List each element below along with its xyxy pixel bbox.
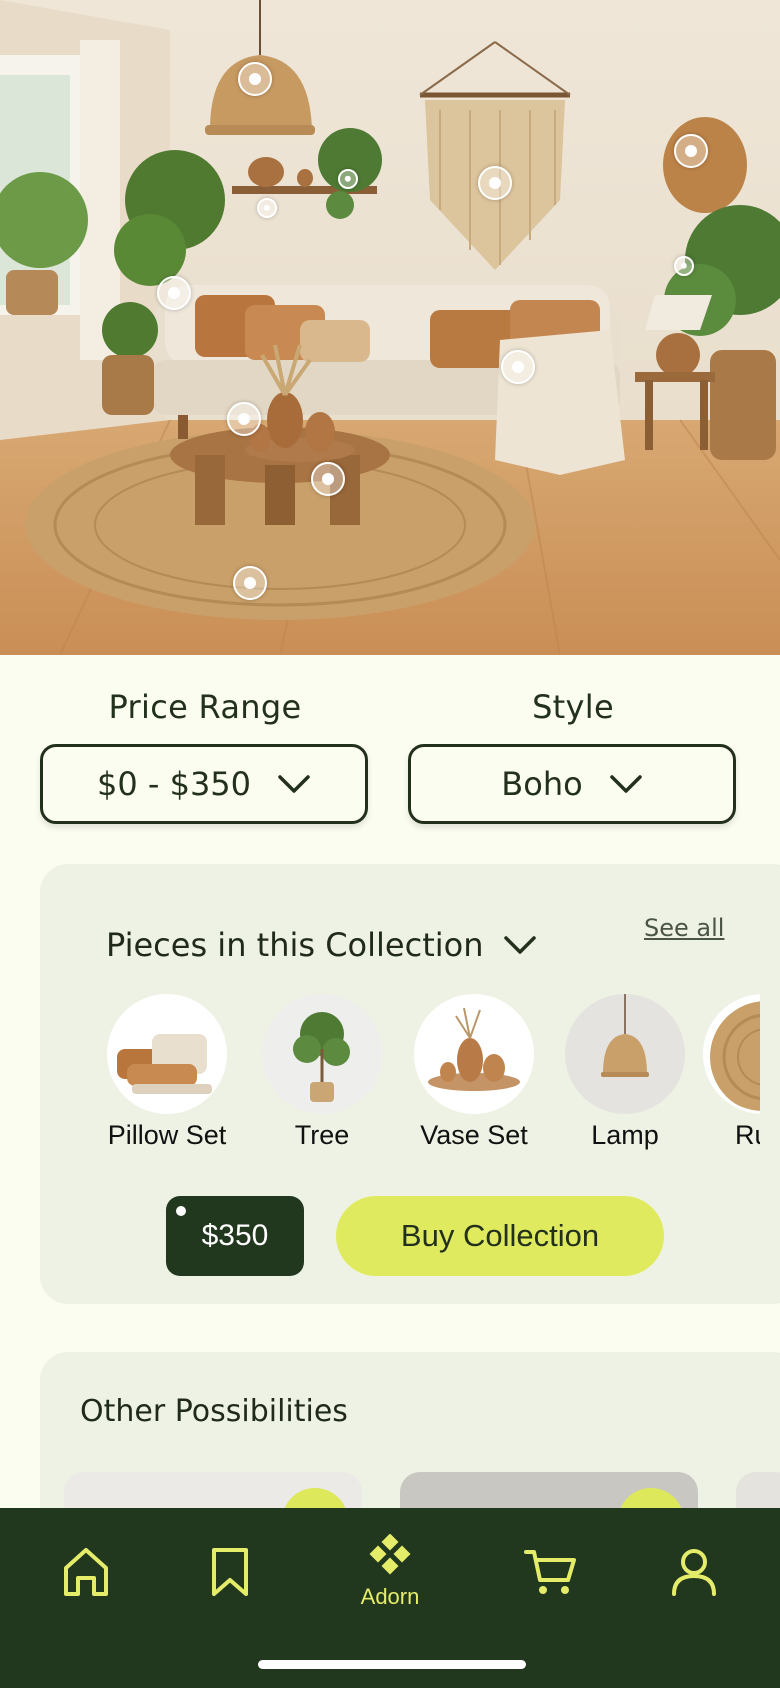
collection-price: $350: [201, 1219, 269, 1252]
living-room-illustration: [0, 0, 780, 655]
style-value: Boho: [501, 765, 583, 803]
collection-card: Pieces in this Collection See all Pillow…: [40, 864, 780, 1304]
home-icon: [64, 1548, 108, 1596]
hotspot-table-lamp[interactable]: [674, 256, 694, 276]
tab-cart[interactable]: [505, 1544, 595, 1624]
lamp-thumbnail: [565, 994, 685, 1114]
rug-thumbnail: [703, 994, 760, 1114]
piece-name: Vase Set: [420, 1120, 528, 1150]
other-possibilities-title: Other Possibilities: [80, 1394, 348, 1429]
adorn-icon: [369, 1534, 411, 1575]
piece-name: Lamp: [591, 1120, 659, 1150]
price-range-select[interactable]: $0 - $350: [40, 744, 368, 824]
style-select[interactable]: Boho: [408, 744, 736, 824]
hotspot-vase-set[interactable]: [227, 402, 261, 436]
bookmark-icon: [212, 1548, 248, 1596]
tree-thumbnail: [262, 994, 382, 1114]
tab-saved[interactable]: [185, 1544, 275, 1624]
see-all-link[interactable]: See all: [644, 914, 724, 942]
tab-home[interactable]: [41, 1544, 131, 1624]
tag-hole-icon: [176, 1206, 186, 1216]
room-hero-image: [0, 0, 780, 655]
collection-title: Pieces in this Collection: [106, 926, 484, 964]
home-indicator: [258, 1660, 526, 1669]
piece-name: Pillow Set: [107, 1120, 227, 1150]
chevron-down-icon: [609, 775, 642, 793]
piece-name: Ru: [735, 1120, 760, 1150]
hotspot-pendant-lamp[interactable]: [238, 62, 272, 96]
piece-item[interactable]: Tree: [247, 994, 397, 1151]
piece-item[interactable]: Ru: [703, 994, 760, 1151]
tab-adorn[interactable]: Adorn: [345, 1534, 435, 1614]
profile-icon: [672, 1549, 716, 1596]
piece-item[interactable]: Lamp: [550, 994, 700, 1151]
hotspot-rug[interactable]: [233, 566, 267, 600]
piece-name: Tree: [294, 1120, 350, 1150]
tab-profile[interactable]: [649, 1544, 739, 1624]
hotspot-coffee-table[interactable]: [311, 462, 345, 496]
tab-adorn-label: Adorn: [360, 1584, 420, 1609]
price-range-label: Price Range: [108, 688, 302, 726]
piece-item[interactable]: Vase Set: [399, 994, 549, 1151]
price-range-value: $0 - $350: [96, 765, 252, 803]
chevron-down-icon: [278, 775, 310, 793]
vase-set-thumbnail: [414, 994, 534, 1114]
hotspot-leaf-fan[interactable]: [674, 134, 708, 168]
style-label: Style: [532, 688, 614, 726]
hotspot-macrame[interactable]: [478, 166, 512, 200]
collection-price-tag: $350: [166, 1196, 304, 1276]
cart-icon: [524, 1550, 576, 1594]
hotspot-hanging-plant[interactable]: [338, 169, 358, 189]
piece-item[interactable]: Pillow Set: [92, 994, 242, 1151]
hotspot-sofa[interactable]: [501, 350, 535, 384]
hotspot-shelf[interactable]: [257, 198, 277, 218]
chevron-down-icon: [504, 936, 537, 954]
pillow-set-thumbnail: [107, 994, 227, 1114]
buy-collection-button[interactable]: Buy Collection: [336, 1196, 664, 1276]
hotspot-plant[interactable]: [157, 276, 191, 310]
collection-header[interactable]: Pieces in this Collection: [106, 926, 537, 964]
